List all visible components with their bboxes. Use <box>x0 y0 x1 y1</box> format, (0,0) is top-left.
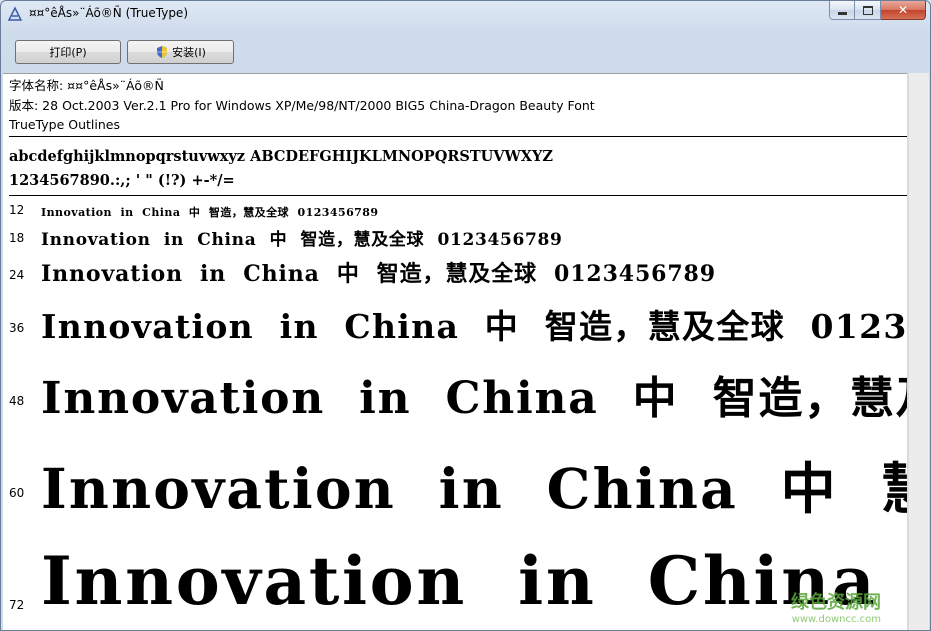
minimize-icon <box>837 11 847 15</box>
maximize-icon <box>862 5 873 15</box>
sample-size-label: 36 <box>9 321 25 335</box>
minimize-button[interactable] <box>829 1 855 20</box>
sample-row: 18 Innovation in China 中 智造，慧及全球 0123456… <box>3 222 907 252</box>
divider <box>9 195 907 196</box>
sample-text: Innovation in China 中 智造，慧及全球 0123456789 <box>41 206 379 219</box>
vertical-scrollbar[interactable] <box>908 73 929 630</box>
charset-letters: abcdefghijklmnopqrstuvwxyz ABCDEFGHIJKLM… <box>9 148 553 165</box>
sample-row: 60 Innovation in China 中 慧 <box>3 438 907 528</box>
toolbar: 打印(P) 安装(I) <box>1 33 930 69</box>
sample-size-label: 12 <box>9 203 25 217</box>
sample-row: 48 Innovation in China 中 智造，慧及全球 <box>3 358 907 432</box>
charset-digits-symbols: 1234567890.:,; ' " (!?) +-*/= <box>9 172 235 189</box>
sample-text: Innovation in China 中 智造，慧及全球 <box>41 373 907 424</box>
print-button-label: 打印(P) <box>49 46 87 59</box>
sample-text: Innovation in China 中 智造，慧及全球 0123456789 <box>41 261 716 287</box>
sample-text: Innovation in China <box>41 542 878 620</box>
sample-row: 24 Innovation in China 中 智造，慧及全球 0123456… <box>3 254 907 292</box>
sample-row: 36 Innovation in China 中 智造，慧及全球 0123456… <box>3 296 907 352</box>
close-button[interactable]: ✕ <box>881 1 926 20</box>
font-name-line: 字体名称: ¤¤°êÅs»¨Áõ®Ñ <box>9 78 164 93</box>
sample-size-label: 18 <box>9 231 25 245</box>
font-preview-pane[interactable]: 字体名称: ¤¤°êÅs»¨Áõ®Ñ 版本: 28 Oct.2003 Ver.2… <box>3 73 907 630</box>
maximize-button[interactable] <box>855 1 881 20</box>
install-button[interactable]: 安装(I) <box>127 40 234 64</box>
close-icon: ✕ <box>897 3 909 17</box>
font-file-icon <box>7 6 23 21</box>
watermark-url: www.downcc.com <box>791 614 881 625</box>
sample-row: 12 Innovation in China 中 智造，慧及全球 0123456… <box>3 200 907 220</box>
sample-row: 72 Innovation in China <box>3 536 907 630</box>
sample-size-label: 24 <box>9 268 25 282</box>
sample-text: Innovation in China 中 慧 <box>41 456 907 521</box>
caption-buttons: ✕ <box>829 1 926 21</box>
sample-text: Innovation in China 中 智造，慧及全球 0123456789 <box>41 230 563 250</box>
sample-size-label: 72 <box>9 598 25 612</box>
version-line: 版本: 28 Oct.2003 Ver.2.1 Pro for Windows … <box>9 97 595 113</box>
sample-text: Innovation in China 中 智造，慧及全球 0123456789 <box>41 307 907 346</box>
title-bar[interactable]: ¤¤°êÅs»¨Áõ®Ñ (TrueType) ✕ <box>1 1 930 27</box>
outline-type-line: TrueType Outlines <box>9 117 120 132</box>
sample-size-label: 48 <box>9 394 25 408</box>
uac-shield-icon <box>157 46 168 58</box>
print-button[interactable]: 打印(P) <box>15 40 121 64</box>
sample-size-label: 60 <box>9 486 25 500</box>
site-watermark: 绿色资源网 www.downcc.com <box>791 588 881 625</box>
font-viewer-window: ¤¤°êÅs»¨Áõ®Ñ (TrueType) ✕ 打印(P) 安装(I) 字体… <box>0 0 931 631</box>
window-title: ¤¤°êÅs»¨Áõ®Ñ (TrueType) <box>29 6 188 20</box>
install-button-label: 安装(I) <box>172 46 206 59</box>
divider <box>9 136 907 137</box>
watermark-title: 绿色资源网 <box>791 592 881 613</box>
font-info: 字体名称: ¤¤°êÅs»¨Áõ®Ñ 版本: 28 Oct.2003 Ver.2… <box>9 76 595 135</box>
